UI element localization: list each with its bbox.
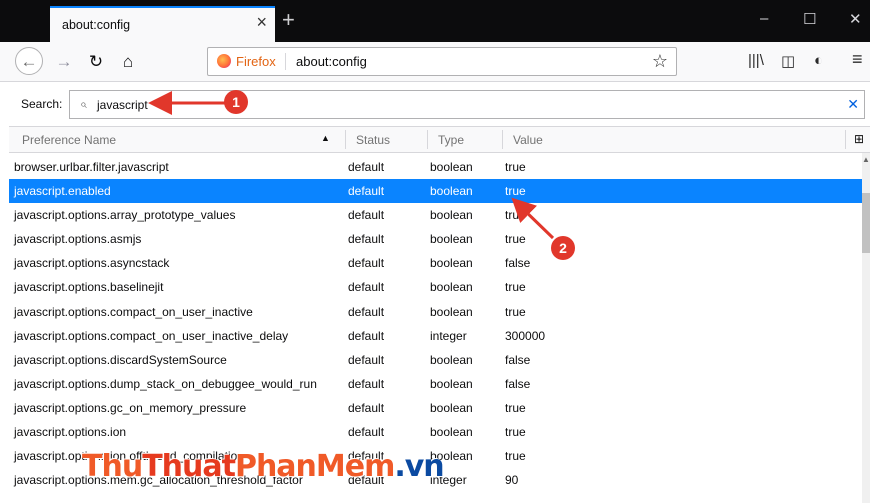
watermark-part: Thuat	[142, 449, 236, 484]
watermark-part: Thu	[82, 449, 143, 484]
arrow-to-value	[511, 197, 555, 240]
watermark-part: PhanMem	[234, 449, 395, 484]
annotation-badge-2: 2	[551, 236, 575, 260]
annotation-arrows	[148, 91, 555, 240]
annotation-badge-1: 1	[224, 90, 248, 114]
watermark: ThuThuatPhanMem.vn	[82, 449, 445, 484]
watermark-part: .vn	[394, 449, 444, 484]
